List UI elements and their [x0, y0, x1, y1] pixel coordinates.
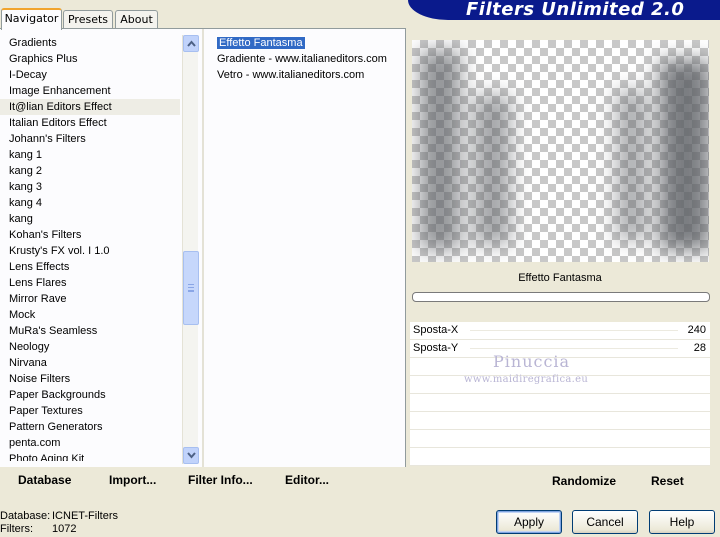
param-row-empty — [410, 430, 710, 448]
scroll-up-button[interactable] — [183, 35, 199, 52]
tab-about[interactable]: About — [115, 10, 158, 29]
param-row-empty — [410, 448, 710, 466]
filter-info-button[interactable]: Filter Info... — [188, 473, 253, 487]
editor-button[interactable]: Editor... — [285, 473, 329, 487]
apply-button[interactable]: Apply — [496, 510, 562, 534]
import-button[interactable]: Import... — [109, 473, 156, 487]
category-item[interactable]: Italian Editors Effect — [0, 115, 180, 131]
param-slider-track[interactable] — [470, 330, 678, 331]
status-filters-value: 1072 — [52, 523, 77, 535]
progress-bar — [412, 292, 710, 302]
preview-ghost-left — [420, 50, 460, 250]
filter-item-label: Effetto Fantasma — [216, 36, 306, 50]
param-row-empty — [410, 412, 710, 430]
parameter-list: Sposta-X 240 Sposta-Y 28 — [410, 322, 710, 466]
category-item[interactable]: Noise Filters — [0, 371, 180, 387]
category-item[interactable]: kang — [0, 211, 180, 227]
category-item[interactable]: kang 1 — [0, 147, 180, 163]
category-item[interactable]: Mirror Rave — [0, 291, 180, 307]
preview-image — [412, 40, 709, 262]
category-item[interactable]: Paper Backgrounds — [0, 387, 180, 403]
watermark-name: Pinuccia — [493, 352, 571, 371]
category-item[interactable]: Graphics Plus — [0, 51, 180, 67]
filter-list[interactable]: Effetto Fantasma Gradiente - www.italiane… — [214, 35, 402, 83]
filter-item[interactable]: Effetto Fantasma — [214, 35, 402, 51]
database-button[interactable]: Database — [18, 473, 71, 487]
category-item[interactable]: Image Enhancement — [0, 83, 180, 99]
category-item[interactable]: penta.com — [0, 435, 180, 451]
category-item[interactable]: Mock — [0, 307, 180, 323]
scroll-thumb[interactable] — [183, 251, 199, 325]
preview-ghost-mid — [474, 95, 510, 245]
category-scrollbar[interactable] — [182, 35, 199, 464]
chevron-up-icon — [187, 40, 196, 47]
category-item[interactable]: Nirvana — [0, 355, 180, 371]
randomize-button[interactable]: Randomize — [552, 474, 616, 488]
category-item[interactable]: Neology — [0, 339, 180, 355]
category-item[interactable]: Paper Textures — [0, 403, 180, 419]
param-slider-track[interactable] — [470, 348, 678, 349]
navigator-panel: Gradients Graphics Plus I-Decay Image Enhan… — [0, 29, 406, 467]
category-item[interactable]: kang 3 — [0, 179, 180, 195]
category-item[interactable]: Krusty's FX vol. I 1.0 — [0, 243, 180, 259]
param-row-empty — [410, 394, 710, 412]
app-title: Filters Unlimited 2.0 — [466, 0, 685, 20]
category-item[interactable]: Lens Effects — [0, 259, 180, 275]
filter-item[interactable]: Vetro - www.italianeditors.com — [214, 67, 402, 83]
param-value: 240 — [687, 324, 706, 336]
param-value: 28 — [693, 342, 706, 354]
category-item[interactable]: kang 2 — [0, 163, 180, 179]
category-item[interactable]: It@lian Editors Effect — [0, 99, 180, 115]
tab-navigator[interactable]: Navigator — [1, 8, 62, 30]
grip-icon — [188, 284, 194, 292]
preview-ghost-right-b — [660, 60, 709, 250]
help-button[interactable]: Help — [649, 510, 715, 534]
status-database-value: ICNET-Filters — [52, 510, 118, 522]
param-label: Sposta-Y — [413, 342, 459, 354]
panel-divider — [202, 29, 204, 467]
category-list[interactable]: Gradients Graphics Plus I-Decay Image Enhan… — [0, 35, 180, 461]
filter-item-label: Gradiente - www.italianeditors.com — [217, 53, 387, 65]
category-item[interactable]: Johann's Filters — [0, 131, 180, 147]
category-item[interactable]: Pattern Generators — [0, 419, 180, 435]
status-area: Database: ICNET-Filters Filters: 1072 — [0, 510, 118, 536]
param-row-sposta-x[interactable]: Sposta-X 240 — [410, 322, 710, 340]
filter-item-label: Vetro - www.italianeditors.com — [217, 69, 365, 81]
preview-ghost-right-a — [617, 90, 647, 240]
status-database-label: Database: — [0, 510, 51, 522]
navigator-button-bar: Database Import... Filter Info... Editor… — [0, 467, 406, 495]
category-item[interactable]: Gradients — [0, 35, 180, 51]
filter-item[interactable]: Gradiente - www.italianeditors.com — [214, 51, 402, 67]
category-item[interactable]: Photo Aging Kit — [0, 451, 180, 461]
category-item[interactable]: Lens Flares — [0, 275, 180, 291]
category-item[interactable]: MuRa's Seamless — [0, 323, 180, 339]
watermark-url: www.maidiregrafica.eu — [464, 374, 589, 385]
category-item[interactable]: kang 4 — [0, 195, 180, 211]
scroll-down-button[interactable] — [183, 447, 199, 464]
param-label: Sposta-X — [413, 324, 459, 336]
tab-presets[interactable]: Presets — [63, 10, 113, 29]
status-filters-label: Filters: — [0, 523, 33, 535]
current-filter-name: Effetto Fantasma — [518, 272, 602, 284]
cancel-button[interactable]: Cancel — [572, 510, 638, 534]
category-item[interactable]: I-Decay — [0, 67, 180, 83]
chevron-down-icon — [187, 452, 196, 459]
category-item[interactable]: Kohan's Filters — [0, 227, 180, 243]
reset-button[interactable]: Reset — [651, 474, 684, 488]
